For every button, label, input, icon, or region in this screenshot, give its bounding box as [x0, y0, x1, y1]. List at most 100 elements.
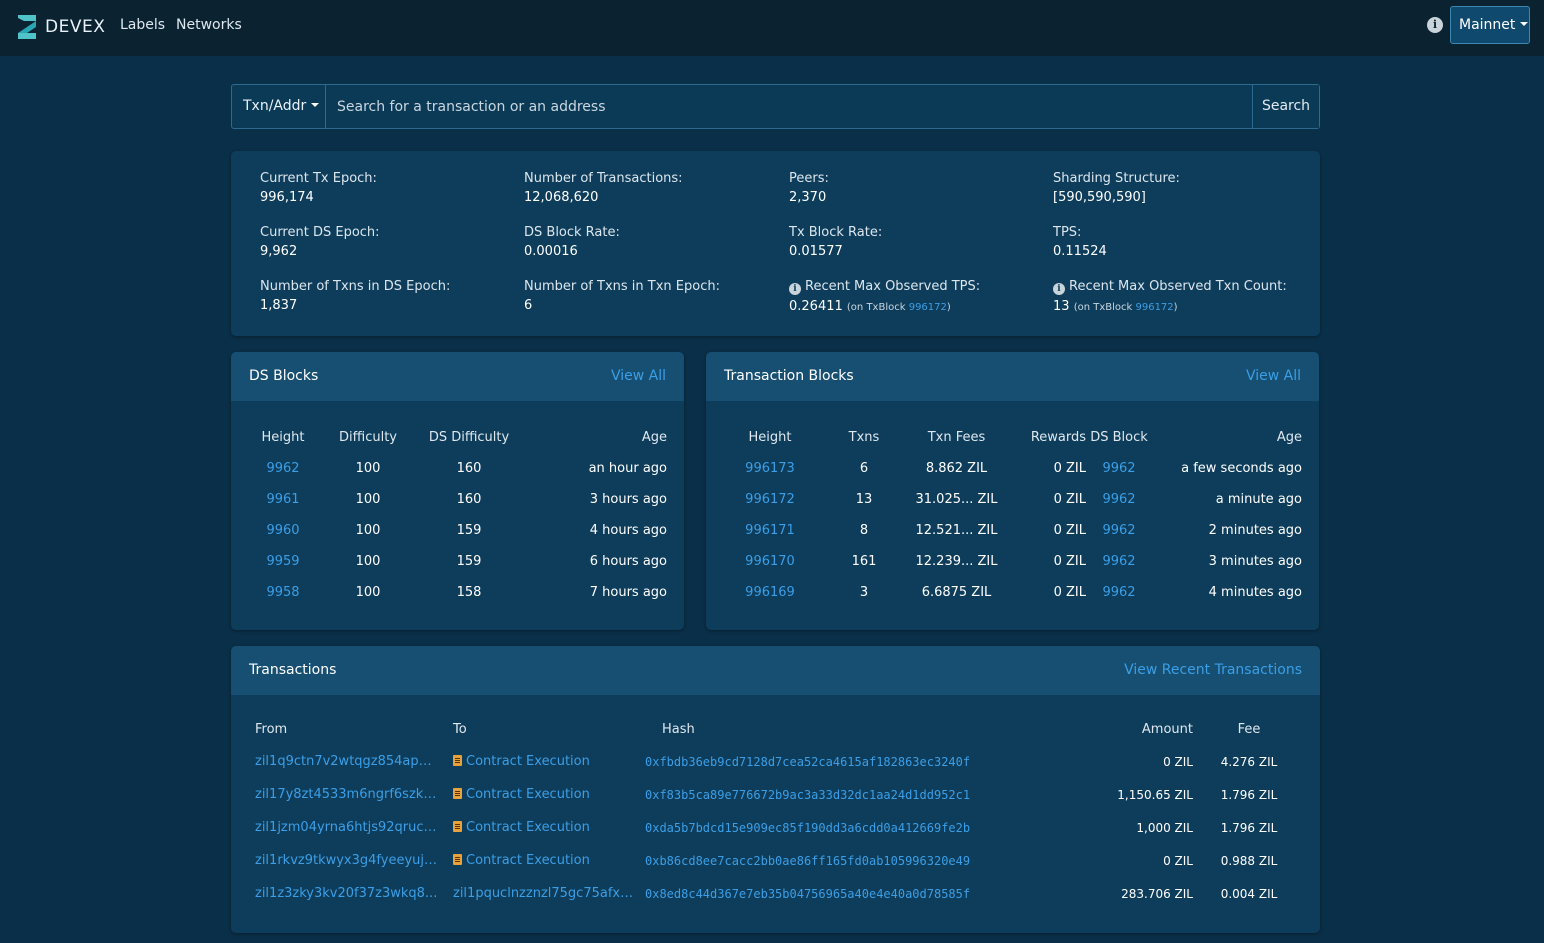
ds-block-height-link[interactable]: 9959: [266, 554, 299, 569]
txblock-link[interactable]: 996172: [1135, 302, 1173, 313]
stat-value: 9,962: [260, 244, 298, 259]
ds-block-link[interactable]: 9962: [1102, 523, 1135, 538]
rewards-cell: 0 ZIL: [1053, 461, 1086, 476]
from-address-link[interactable]: zil1z3zky3kv20f37z3wkq8...: [255, 886, 439, 901]
stat-value: 0.11524: [1053, 244, 1107, 259]
column-header: To: [453, 722, 467, 737]
table-row: 996173 6 8.862 ZIL 0 ZIL 9962 a few seconds a…: [724, 453, 1302, 484]
ds-block-link[interactable]: 9962: [1102, 461, 1135, 476]
amount-cell: 0 ZIL: [1163, 754, 1193, 769]
ds-block-height-link[interactable]: 9962: [266, 461, 299, 476]
info-circle-icon[interactable]: i: [1427, 17, 1443, 33]
transaction-hash-link[interactable]: 0xb86cd8ee7cacc2bb0ae86ff165fd0ab1059963…: [645, 854, 983, 868]
table-header-row: Height Difficulty DS Difficulty Age: [249, 422, 668, 453]
search-bar: Txn/Addr Search: [231, 84, 1320, 129]
ds-block-height-link[interactable]: 9958: [266, 585, 299, 600]
view-all-ds-blocks-link[interactable]: View All: [611, 368, 666, 384]
search-button[interactable]: Search: [1252, 85, 1319, 128]
difficulty-cell: 100: [355, 554, 381, 569]
transaction-hash-link[interactable]: 0x8ed8c44d367e7eb35b04756965a40e4e40a0d7…: [645, 887, 983, 901]
rewards-cell: 0 ZIL: [1053, 585, 1086, 600]
card-header: DS Blocks View All: [231, 352, 684, 401]
transaction-hash-link[interactable]: 0xfbdb36eb9cd7128d7cea52ca4615af182863ec…: [645, 755, 983, 769]
nav-link-networks[interactable]: Networks: [176, 17, 242, 33]
view-recent-transactions-link[interactable]: View Recent Transactions: [1124, 662, 1302, 678]
tx-block-height-link[interactable]: 996169: [745, 585, 795, 600]
txns-cell: 3: [859, 585, 869, 600]
navbar: DEVEX Labels Networks i Mainnet: [0, 0, 1544, 56]
ds-block-height-link[interactable]: 9960: [266, 523, 299, 538]
age-cell: 4 minutes ago: [1208, 585, 1302, 600]
from-address-link[interactable]: zil1jzm04yrna6htjs92qrucs...: [255, 820, 439, 835]
ds-block-height-link[interactable]: 9961: [266, 492, 299, 507]
info-circle-icon[interactable]: i: [1053, 283, 1065, 295]
tx-block-height-link[interactable]: 996173: [745, 461, 795, 476]
stat-label: Tx Block Rate:: [789, 225, 883, 240]
table-row: 996172 13 31.025... ZIL 0 ZIL 9962 a minute a…: [724, 484, 1302, 515]
stat-note: (on TxBlock 996172): [847, 302, 951, 313]
table-header-row: Height Txns Txn Fees Rewards DS Block Ag…: [724, 422, 1303, 453]
column-header: DS Block: [1090, 430, 1148, 445]
transactions-table: From To Hash Amount Fee zil1q9ctn7v2wtqg…: [249, 714, 1301, 910]
age-cell: 3 hours ago: [589, 492, 667, 507]
info-circle-icon[interactable]: i: [789, 283, 801, 295]
column-header: DS Difficulty: [428, 430, 510, 445]
column-header: Txn Fees: [927, 430, 986, 445]
table-row: 9958 100 158 7 hours ago: [249, 577, 667, 608]
contract-file-icon: [453, 788, 462, 799]
table-row: zil1jzm04yrna6htjs92qrucs... Contract Exe…: [249, 811, 1301, 844]
contract-file-icon: [453, 821, 462, 832]
search-type-dropdown[interactable]: Txn/Addr: [232, 85, 326, 128]
card-header: Transactions View Recent Transactions: [231, 646, 1320, 695]
stat-current-ds-epoch: Current DS Epoch: 9,962: [260, 225, 380, 259]
to-contract-link[interactable]: Contract Execution: [466, 820, 590, 835]
stat-value: 996,174: [260, 190, 314, 205]
network-dropdown-button[interactable]: Mainnet: [1450, 6, 1530, 44]
ds-blocks-card: DS Blocks View All Height Difficulty DS …: [231, 352, 684, 630]
amount-cell: 1,000 ZIL: [1136, 820, 1193, 835]
age-cell: 2 minutes ago: [1208, 523, 1302, 538]
to-address-link[interactable]: zil1pquclnzznzl75gc75afxv...: [453, 886, 637, 901]
from-address-link[interactable]: zil1rkvz9tkwyx3g4fyeeyujp...: [255, 853, 439, 868]
from-address-link[interactable]: zil1q9ctn7v2wtqgz854ape...: [255, 754, 439, 769]
tx-block-height-link[interactable]: 996171: [745, 523, 795, 538]
tx-block-height-link[interactable]: 996170: [745, 554, 795, 569]
transaction-hash-link[interactable]: 0xda5b7bdcd15e909ec85f190dd3a6cdd0a41266…: [645, 821, 983, 835]
age-cell: a few seconds ago: [1181, 461, 1302, 476]
table-header-row: From To Hash Amount Fee: [249, 714, 1301, 745]
age-cell: 4 hours ago: [589, 523, 667, 538]
ds-difficulty-cell: 160: [456, 461, 482, 476]
search-input[interactable]: [326, 85, 1252, 128]
from-address-link[interactable]: zil17y8zt4533m6ngrf6szkq...: [255, 787, 439, 802]
ds-block-link[interactable]: 9962: [1102, 554, 1135, 569]
transaction-hash-link[interactable]: 0xf83b5ca89e776672b9ac3a33d32dc1aa24d1dd…: [645, 788, 983, 802]
difficulty-cell: 100: [355, 492, 381, 507]
view-all-tx-blocks-link[interactable]: View All: [1246, 368, 1301, 384]
brand-link[interactable]: DEVEX: [16, 12, 105, 42]
note-suffix: ): [946, 302, 951, 313]
stat-txns-in-txn-epoch: Number of Txns in Txn Epoch: 6: [524, 279, 720, 313]
to-contract-link[interactable]: Contract Execution: [466, 853, 590, 868]
ds-block-link[interactable]: 9962: [1102, 492, 1135, 507]
stat-label: Current DS Epoch:: [260, 225, 380, 240]
fee-cell: 4.276 ZIL: [1220, 754, 1278, 769]
contract-execution: Contract Execution: [453, 787, 590, 802]
nav-link-labels[interactable]: Labels: [120, 17, 165, 33]
difficulty-cell: 100: [355, 523, 381, 538]
age-cell: an hour ago: [588, 461, 667, 476]
stat-number-of-transactions: Number of Transactions: 12,068,620: [524, 171, 683, 205]
stat-ds-block-rate: DS Block Rate: 0.00016: [524, 225, 620, 259]
search-type-label: Txn/Addr: [243, 98, 307, 114]
ds-block-link[interactable]: 9962: [1102, 585, 1135, 600]
tx-block-height-link[interactable]: 996172: [745, 492, 795, 507]
stat-value: 0.26411: [789, 299, 843, 314]
txblock-link[interactable]: 996172: [909, 302, 947, 313]
card-header: Transaction Blocks View All: [706, 352, 1319, 401]
contract-execution: Contract Execution: [453, 754, 590, 769]
to-contract-link[interactable]: Contract Execution: [466, 754, 590, 769]
note-suffix: ): [1173, 302, 1178, 313]
txn-fees-cell: 12.239... ZIL: [915, 554, 998, 569]
to-contract-link[interactable]: Contract Execution: [466, 787, 590, 802]
contract-file-icon: [453, 854, 462, 865]
fee-cell: 0.988 ZIL: [1220, 853, 1278, 868]
